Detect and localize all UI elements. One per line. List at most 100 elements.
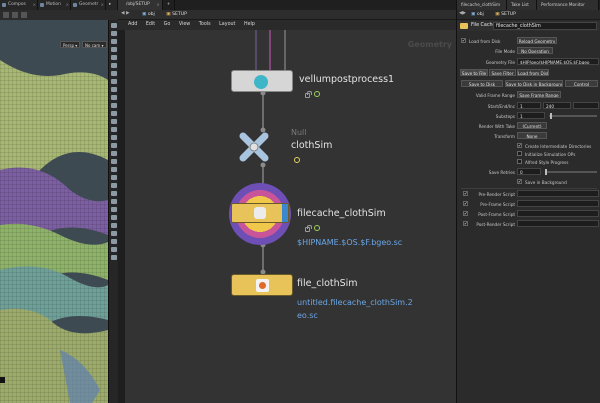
save-retries-field[interactable]: 0 [517,168,541,175]
pre-render-script-checkbox[interactable] [463,191,468,196]
display-option-icon[interactable] [111,127,117,132]
reload-geometry-button[interactable]: Reload Geometry [517,37,557,44]
display-option-icon[interactable] [111,23,117,28]
back-arrow-icon[interactable]: ◀▶ [459,11,466,16]
display-option-icon[interactable] [111,39,117,44]
breadcrumb-setup[interactable]: ▣ SETUP [166,12,187,17]
display-option-icon[interactable] [111,191,117,196]
menu-help[interactable]: Help [244,22,255,27]
display-option-icon[interactable] [111,223,117,228]
display-option-icon[interactable] [111,207,117,212]
menu-add[interactable]: Add [128,22,137,27]
display-option-icon[interactable] [111,175,117,180]
display-option-icon[interactable] [111,87,117,92]
tab-more[interactable]: ▸ [106,0,118,10]
tab-save-filter[interactable]: Save Filter [489,69,516,76]
pre-render-script-field[interactable] [517,190,599,197]
display-option-icon[interactable] [111,143,117,148]
tab-compositor[interactable]: Compos × [0,0,38,10]
display-option-icon[interactable] [111,255,117,260]
control-button[interactable]: Control [565,80,598,87]
menu-view[interactable]: View [179,22,190,27]
slider-knob[interactable] [550,112,552,119]
display-flag-icon[interactable] [294,157,300,163]
close-icon[interactable]: × [101,2,104,7]
pre-frame-script-checkbox[interactable] [463,201,468,206]
lock-icon[interactable] [305,91,312,98]
geometry-file-field[interactable]: $HIP/geo/$HIPNAME.$OS.$F.bgeo [517,58,599,65]
save-in-background-checkbox[interactable] [517,179,522,184]
close-icon[interactable]: × [66,2,69,7]
display-option-icon[interactable] [111,215,117,220]
display-option-icon[interactable] [111,239,117,244]
node-name-field[interactable]: filecache_clothSim [493,22,597,30]
display-option-icon[interactable] [111,135,117,140]
end-frame-field[interactable]: 240 [543,102,571,109]
create-dirs-checkbox[interactable] [517,143,522,148]
display-option-icon[interactable] [111,71,117,76]
save-to-disk-background-button[interactable]: Save to Disk in Background [505,80,563,87]
substeps-field[interactable]: 1 [517,112,545,119]
init-sim-ops-checkbox[interactable] [517,151,522,156]
breadcrumb-obj[interactable]: ▣ obj [471,12,484,17]
display-option-icon[interactable] [111,183,117,188]
add-tab-button[interactable]: + [162,0,176,10]
tab-take-list[interactable]: Take List [507,0,537,10]
display-option-icon[interactable] [111,247,117,252]
display-flag-icon[interactable] [314,91,320,97]
display-option-icon[interactable] [111,31,117,36]
alfred-progress-checkbox[interactable] [517,159,522,164]
tab-performance-monitor[interactable]: Performance Monitor [537,0,599,10]
display-option-icon[interactable] [111,103,117,108]
network-canvas[interactable]: Geometry vellumpostprocess1 Null clothSi… [125,30,456,403]
breadcrumb-obj[interactable]: ▣ obj [142,12,155,17]
display-flag-icon[interactable] [314,225,320,231]
close-icon[interactable]: × [33,2,36,7]
back-arrow-icon[interactable]: ◀ ▶ [121,11,130,16]
save-to-disk-button[interactable]: Save to Disk [461,80,503,87]
post-render-script-field[interactable] [517,220,599,227]
transform-dropdown[interactable]: None [517,132,547,139]
menu-tools[interactable]: Tools [199,22,211,27]
persp-menu[interactable]: Persp ▾ [60,41,81,48]
display-option-icon[interactable] [111,231,117,236]
pre-frame-script-field[interactable] [517,200,599,207]
viewport-toolbar-icons[interactable] [3,12,83,18]
scene-viewport[interactable]: Compos × Motion × Geometr × ▸ Persp ▾ No… [0,0,118,403]
tab-obj-setup[interactable]: /obj/SETUP × [118,0,163,10]
display-option-icon[interactable] [111,47,117,52]
load-from-disk-checkbox[interactable] [461,38,466,43]
menu-layout[interactable]: Layout [219,22,235,27]
post-frame-script-checkbox[interactable] [463,211,468,216]
tab-save-to-file[interactable]: Save to File [460,69,488,76]
display-option-icon[interactable] [111,167,117,172]
tab-motion[interactable]: Motion × [38,0,71,10]
menu-go[interactable]: Go [164,22,171,27]
slider-knob[interactable] [545,168,547,175]
display-option-icon[interactable] [111,119,117,124]
tab-load-from-disk[interactable]: Load from Disk [517,69,549,76]
display-option-icon[interactable] [111,63,117,68]
node-file-clothsim[interactable] [231,274,293,296]
node-filecache-clothsim[interactable] [229,183,291,245]
tab-geometry[interactable]: Geometr × [71,0,106,10]
display-option-icon[interactable] [111,95,117,100]
substeps-slider[interactable] [549,112,597,119]
increment-field[interactable] [573,102,599,109]
node-clothsim[interactable] [239,132,269,162]
lock-icon[interactable] [305,225,312,232]
display-option-icon[interactable] [111,111,117,116]
valid-frame-range-dropdown[interactable]: Save Frame Range [517,91,561,98]
cloth-simulation-render[interactable] [0,20,108,403]
display-option-icon[interactable] [111,199,117,204]
breadcrumb-setup[interactable]: ▣ SETUP [495,12,516,17]
start-frame-field[interactable]: 1 [517,102,541,109]
post-frame-script-field[interactable] [517,210,599,217]
display-option-icon[interactable] [111,151,117,156]
camera-menu[interactable]: No cam ▾ [82,41,107,48]
display-option-icon[interactable] [111,159,117,164]
post-render-script-checkbox[interactable] [463,221,468,226]
render-with-take-dropdown[interactable]: (Current) [517,122,547,129]
display-option-icon[interactable] [111,55,117,60]
node-vellumpostprocess1[interactable] [231,70,293,92]
